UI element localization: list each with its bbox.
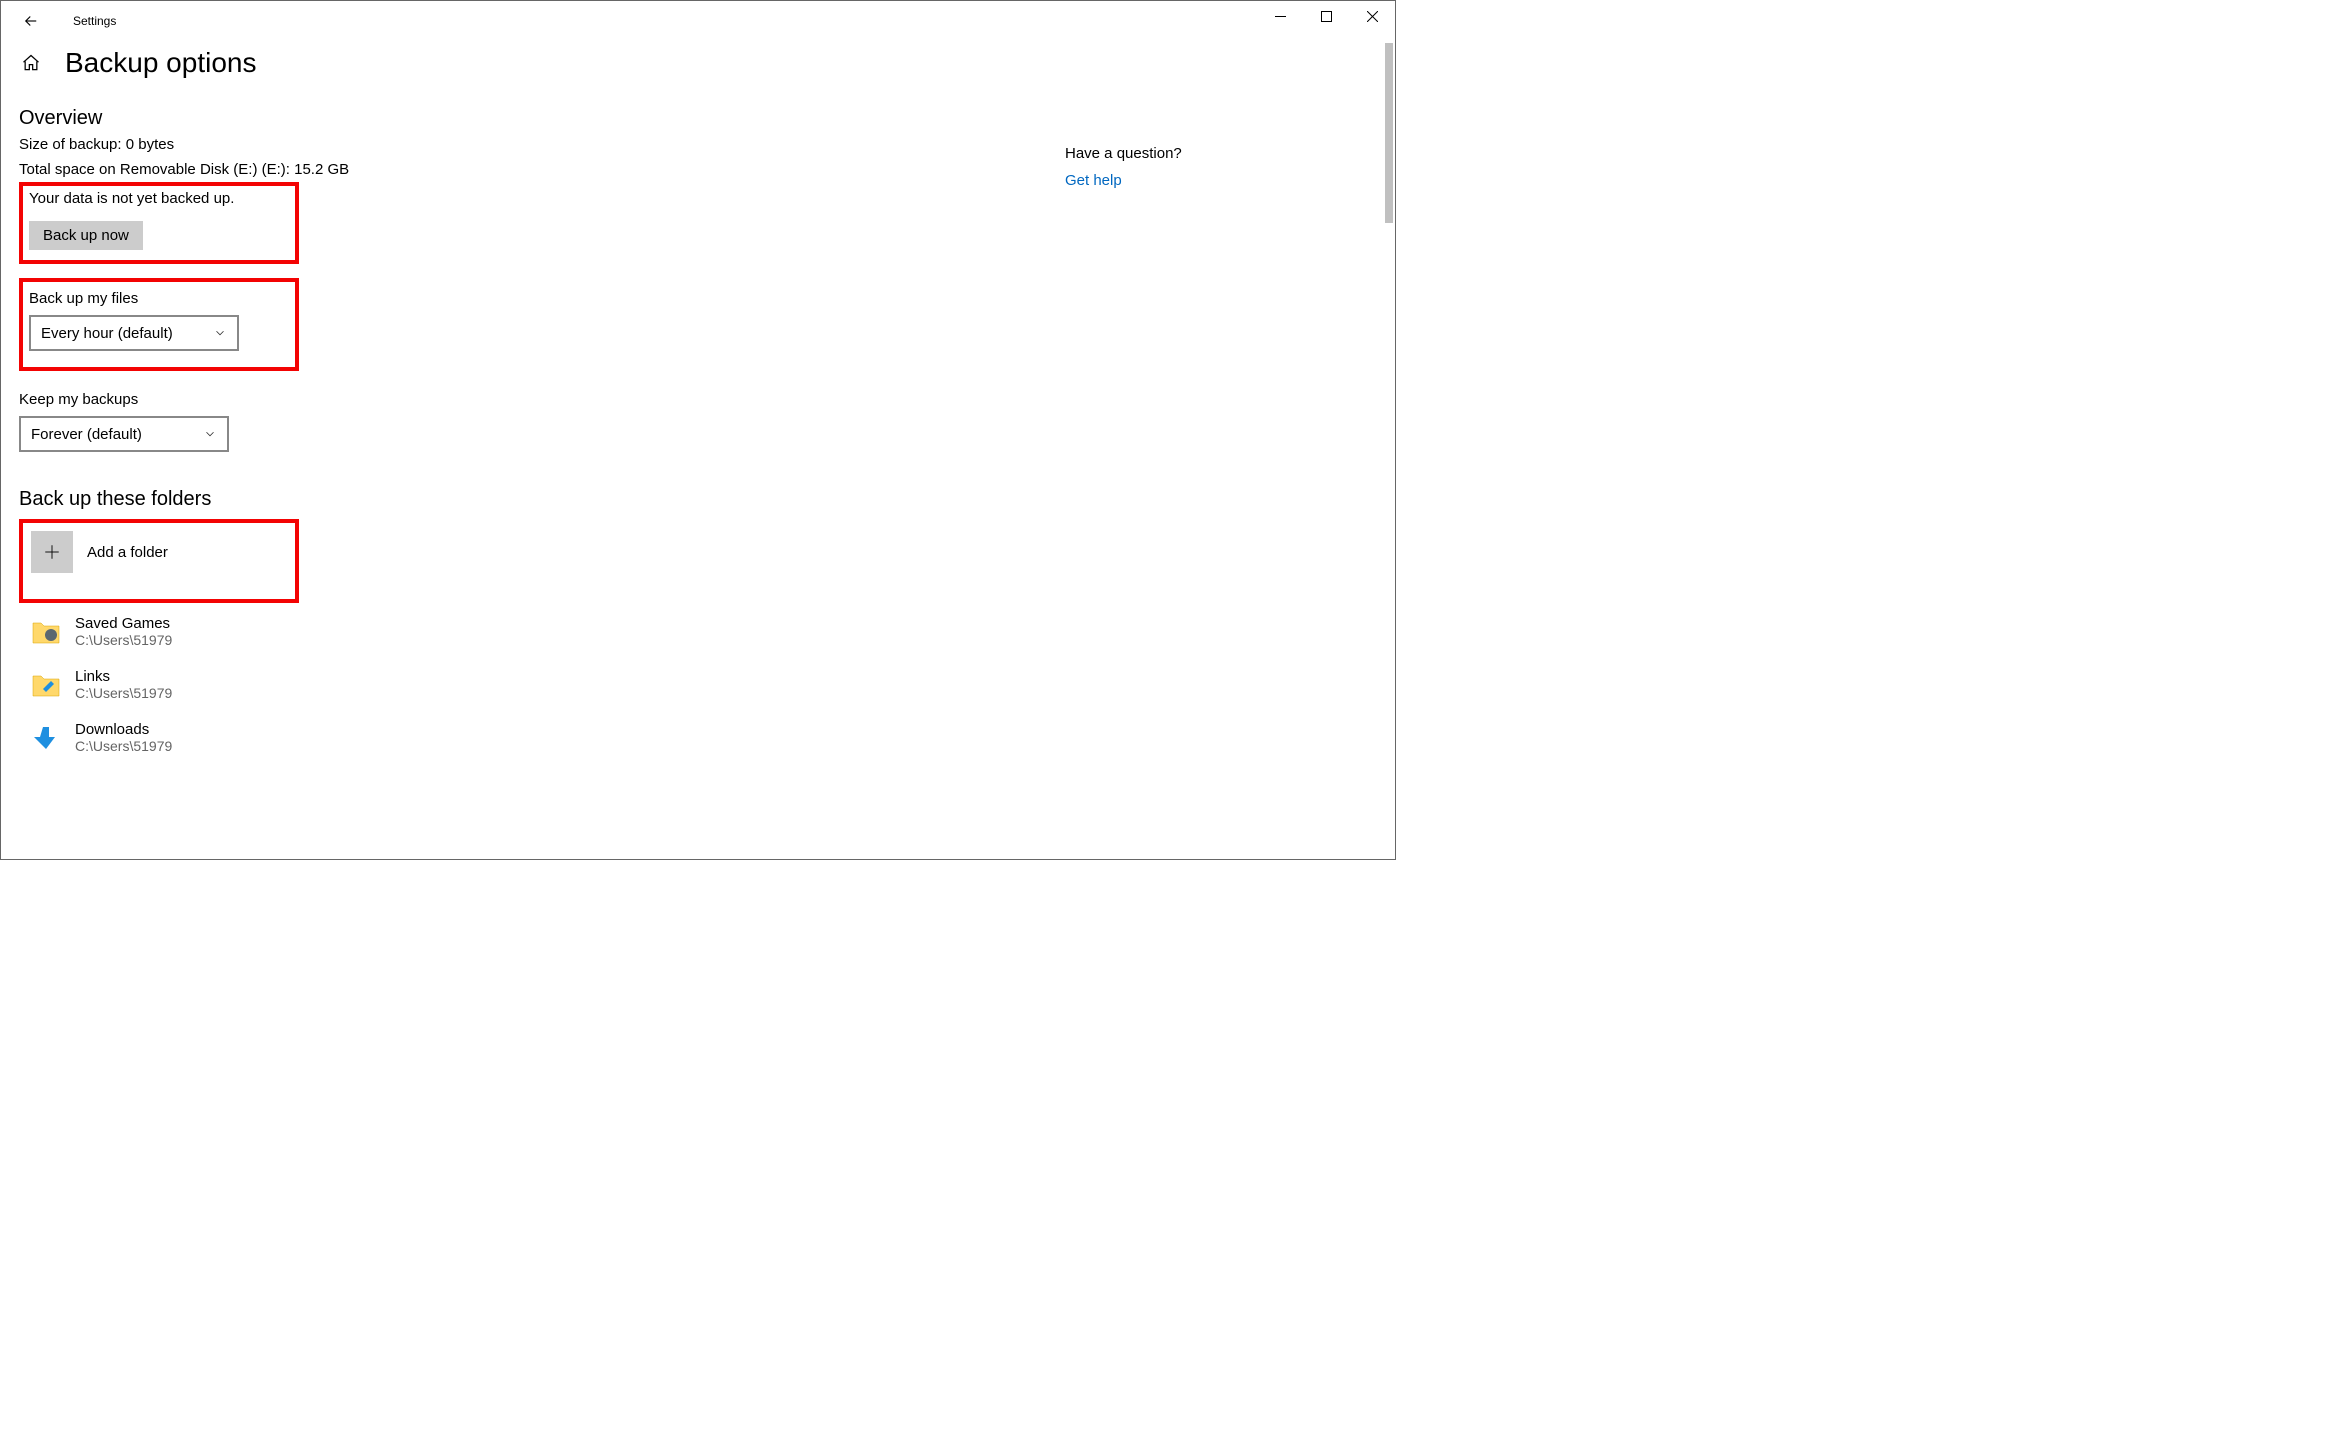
back-button[interactable] (15, 5, 47, 37)
page-header: Backup options (19, 47, 1395, 79)
window-title: Settings (73, 14, 116, 28)
folder-item[interactable]: Links C:\Users\51979 (19, 662, 759, 715)
folder-path: C:\Users\51979 (75, 738, 172, 754)
home-button[interactable] (19, 51, 43, 75)
backup-size-text: Size of backup: 0 bytes (19, 136, 759, 153)
saved-games-folder-icon (31, 619, 61, 645)
retention-label: Keep my backups (19, 391, 759, 408)
help-sidebar: Have a question? Get help (1065, 107, 1365, 768)
page-title: Backup options (65, 47, 256, 79)
get-help-link[interactable]: Get help (1065, 172, 1365, 189)
folder-path: C:\Users\51979 (75, 632, 172, 648)
highlight-frequency: Back up my files Every hour (default) (19, 278, 299, 371)
overview-heading: Overview (19, 107, 759, 130)
folder-item[interactable]: Saved Games C:\Users\51979 (19, 609, 759, 662)
add-folder-label: Add a folder (87, 544, 168, 561)
close-button[interactable] (1349, 1, 1395, 31)
add-folder-button[interactable]: Add a folder (31, 529, 287, 575)
highlight-backup-now: Your data is not yet backed up. Back up … (19, 182, 299, 264)
arrow-left-icon (22, 12, 40, 30)
highlight-add-folder: Add a folder (19, 519, 299, 603)
folder-name: Saved Games (75, 615, 172, 632)
retention-dropdown[interactable]: Forever (default) (19, 416, 229, 452)
links-folder-icon (31, 672, 61, 698)
backup-status-text: Your data is not yet backed up. (29, 190, 289, 207)
plus-tile (31, 531, 73, 573)
titlebar: Settings (1, 1, 1395, 41)
plus-icon (43, 543, 61, 561)
backup-now-button[interactable]: Back up now (29, 221, 143, 250)
total-space-text: Total space on Removable Disk (E:) (E:):… (19, 161, 759, 178)
folder-name: Links (75, 668, 172, 685)
chevron-down-icon (213, 326, 227, 340)
chevron-down-icon (203, 427, 217, 441)
folder-item[interactable]: Downloads C:\Users\51979 (19, 715, 759, 768)
maximize-icon (1321, 11, 1332, 22)
minimize-button[interactable] (1257, 1, 1303, 31)
home-icon (21, 53, 41, 73)
frequency-dropdown[interactable]: Every hour (default) (29, 315, 239, 351)
frequency-label: Back up my files (29, 290, 289, 307)
retention-selected: Forever (default) (31, 426, 142, 443)
close-icon (1367, 11, 1378, 22)
scrollbar[interactable] (1385, 43, 1393, 223)
minimize-icon (1275, 11, 1286, 22)
help-heading: Have a question? (1065, 145, 1365, 162)
folders-heading: Back up these folders (19, 488, 759, 511)
window-controls (1257, 1, 1395, 31)
frequency-selected: Every hour (default) (41, 325, 173, 342)
maximize-button[interactable] (1303, 1, 1349, 31)
folder-path: C:\Users\51979 (75, 685, 172, 701)
folder-name: Downloads (75, 721, 172, 738)
downloads-folder-icon (31, 725, 61, 751)
